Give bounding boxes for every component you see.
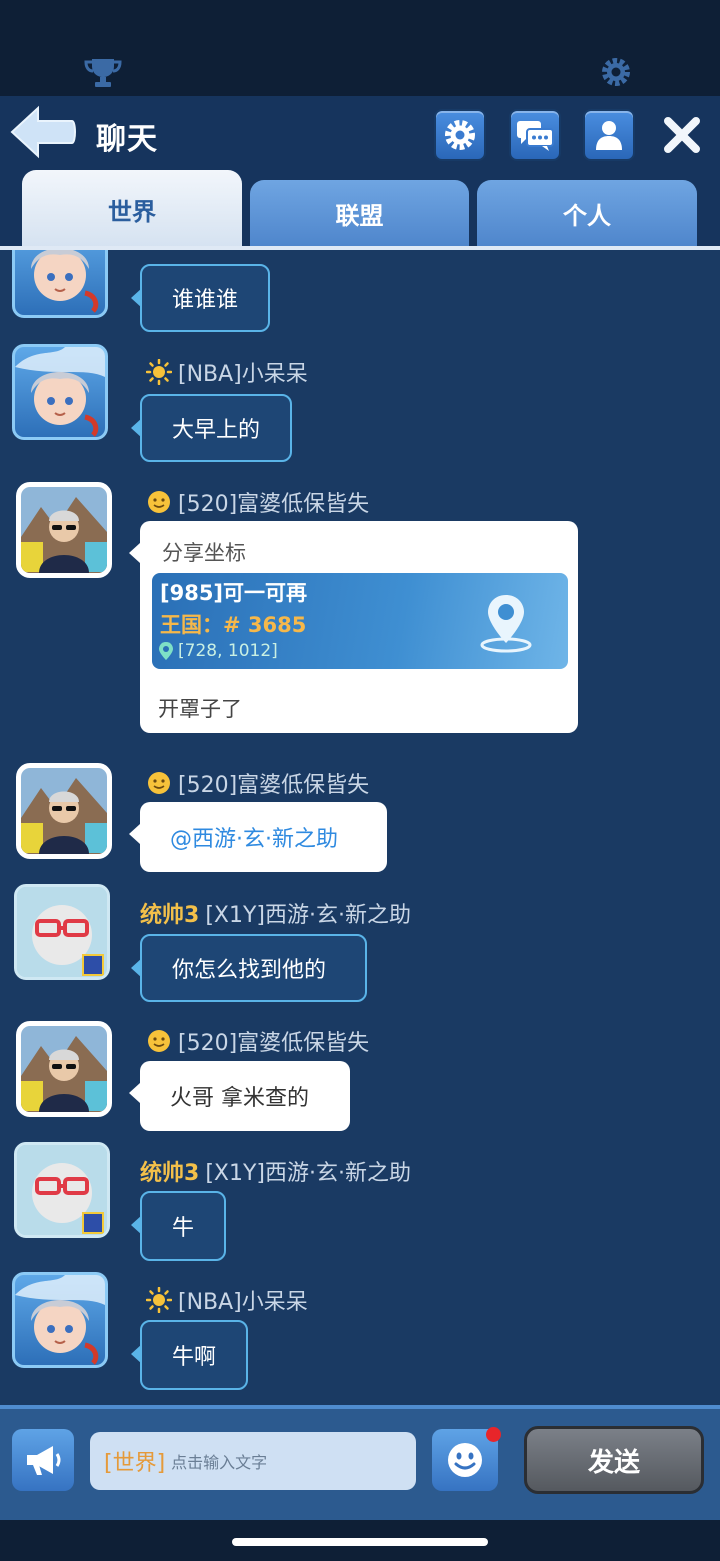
coordinates: [728, 1012] xyxy=(158,641,278,661)
tab-world[interactable]: 世界 xyxy=(22,170,242,248)
avatar-anime-girl-icon xyxy=(15,1275,105,1365)
message-bubble[interactable]: 谁谁谁 xyxy=(130,264,271,332)
profile-button[interactable] xyxy=(583,109,635,161)
avatar[interactable] xyxy=(14,884,110,980)
gear-icon xyxy=(445,120,475,150)
close-button[interactable] xyxy=(658,111,706,159)
sender-name: [520]富婆低保皆失 xyxy=(146,1025,369,1057)
sender-name-text: [NBA]小呆呆 xyxy=(178,362,308,387)
message-input[interactable]: [世界] 点击输入文字 xyxy=(90,1432,416,1490)
person-icon xyxy=(596,121,622,150)
notification-dot xyxy=(486,1427,501,1442)
close-icon xyxy=(664,117,700,153)
chat-message-list[interactable]: 谁谁谁 [NBA]小呆呆 大早上的 [520]富婆低保皆失 分享坐标 [985]… xyxy=(0,250,720,1405)
avatar[interactable] xyxy=(12,1272,108,1368)
settings-gear-icon[interactable] xyxy=(598,54,634,90)
rank-title: 统帅3 xyxy=(140,903,200,928)
avatar[interactable] xyxy=(12,250,108,318)
avatar[interactable] xyxy=(16,1021,112,1117)
location-pin-small-icon xyxy=(159,642,173,660)
sender-name-text: [520]富婆低保皆失 xyxy=(178,773,370,798)
map-pin-icon xyxy=(480,595,532,653)
sender-name: [520]富婆低保皆失 xyxy=(146,767,369,799)
avatar-anime-girl-icon xyxy=(15,347,105,437)
page-title: 聊天 xyxy=(96,122,158,157)
avatar-photo-icon xyxy=(21,487,107,573)
message-bubble[interactable]: 牛 xyxy=(131,1191,226,1261)
sender-name-text: [520]富婆低保皆失 xyxy=(178,1031,370,1056)
chat-bubbles-icon xyxy=(517,121,554,151)
tab-alliance[interactable]: 联盟 xyxy=(250,180,469,246)
alliance-name: [985]可一可再 xyxy=(160,581,308,605)
send-button[interactable]: 发送 xyxy=(524,1426,704,1494)
chat-settings-button[interactable] xyxy=(434,109,486,161)
avatar[interactable] xyxy=(12,344,108,440)
rank-title: 统帅3 xyxy=(140,1161,200,1186)
shared-coordinate-card[interactable]: 分享坐标 [985]可一可再 王国：# 3685 [728, 1012] 开罩子… xyxy=(129,521,578,733)
smiley-badge-icon xyxy=(148,772,170,794)
coordinates-text: [728, 1012] xyxy=(178,641,278,661)
avatar-meme-face-icon xyxy=(17,1145,107,1235)
sun-icon xyxy=(146,1287,172,1313)
message-bubble[interactable]: 火哥 拿米查的 xyxy=(129,1061,350,1131)
sender-name-text: [520]富婆低保皆失 xyxy=(178,492,370,517)
message-bubble[interactable]: 牛啊 xyxy=(131,1320,248,1390)
smiley-badge-icon xyxy=(148,491,170,513)
sender-name: [NBA]小呆呆 xyxy=(146,356,308,388)
share-title: 分享坐标 xyxy=(162,541,246,565)
share-message: 开罩子了 xyxy=(158,697,242,721)
avatar[interactable] xyxy=(14,1142,110,1238)
avatar-photo-icon xyxy=(21,1026,107,1112)
sender-name: 统帅3 [X1Y]西游·玄·新之助 xyxy=(140,897,411,929)
sender-name: 统帅3 [X1Y]西游·玄·新之助 xyxy=(140,1155,411,1187)
sun-icon xyxy=(146,359,172,385)
channel-tag: [世界] xyxy=(104,1451,166,1476)
coordinate-link[interactable]: [985]可一可再 王国：# 3685 [728, 1012] xyxy=(152,573,568,669)
home-indicator[interactable] xyxy=(232,1538,488,1546)
input-placeholder: 点击输入文字 xyxy=(171,1453,268,1472)
avatar-meme-face-icon xyxy=(17,887,107,977)
message-bubble[interactable]: 大早上的 xyxy=(130,394,293,462)
tab-personal[interactable]: 个人 xyxy=(477,180,697,246)
sender-name: [520]富婆低保皆失 xyxy=(146,486,369,518)
avatar-anime-girl-icon xyxy=(31,250,99,313)
avatar[interactable] xyxy=(16,482,112,578)
smiley-badge-icon xyxy=(148,1030,170,1052)
smiley-face-icon xyxy=(448,1443,482,1477)
sender-name-text: [X1Y]西游·玄·新之助 xyxy=(205,903,411,928)
kingdom-number: 王国：# 3685 xyxy=(160,613,307,637)
avatar-photo-icon xyxy=(21,768,107,854)
sender-name-text: [X1Y]西游·玄·新之助 xyxy=(205,1161,411,1186)
sender-name: [NBA]小呆呆 xyxy=(146,1284,308,1316)
announcement-button[interactable] xyxy=(12,1429,74,1491)
trophy-icon[interactable] xyxy=(84,56,122,88)
back-arrow-icon[interactable] xyxy=(8,104,78,160)
chat-list-button[interactable] xyxy=(509,109,561,161)
megaphone-icon xyxy=(27,1446,61,1475)
message-bubble[interactable]: @西游·玄·新之助 xyxy=(129,802,387,872)
message-bubble[interactable]: 你怎么找到他的 xyxy=(131,934,367,1002)
avatar[interactable] xyxy=(16,763,112,859)
sender-name-text: [NBA]小呆呆 xyxy=(178,1290,308,1315)
